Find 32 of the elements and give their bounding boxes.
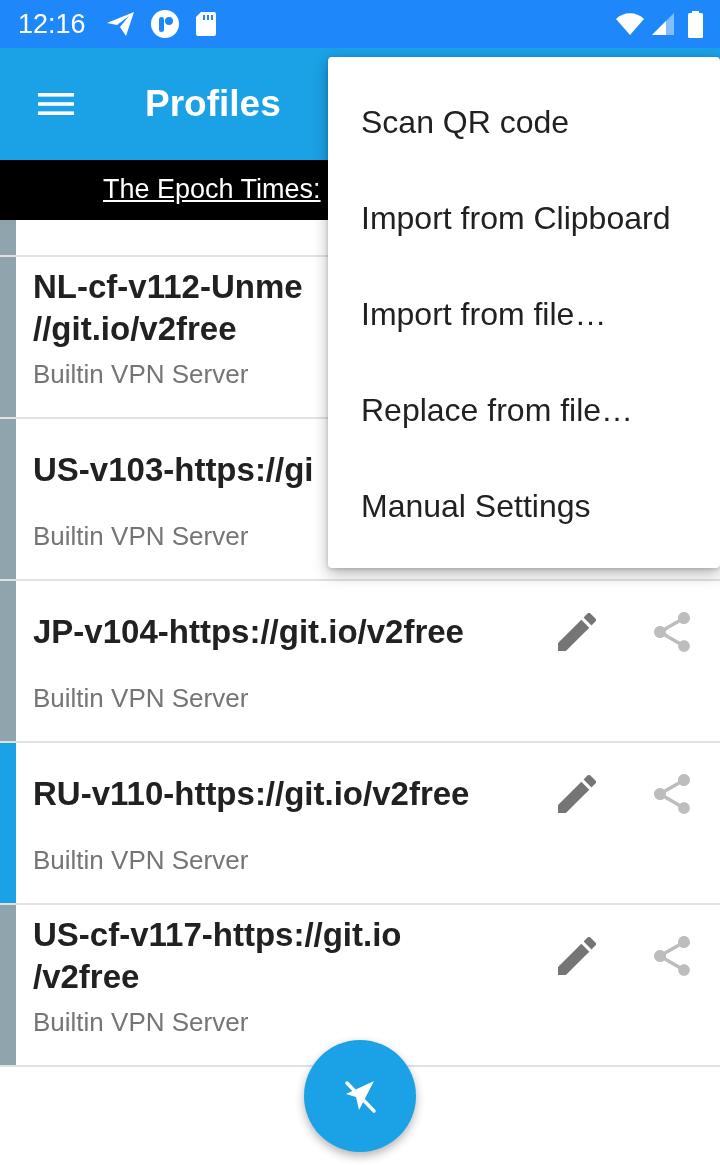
share-icon[interactable]: [654, 936, 690, 976]
profile-type: Builtin VPN Server: [33, 844, 249, 877]
round-logo-icon: [150, 10, 179, 38]
news-link[interactable]: The Epoch Times:: [103, 174, 321, 206]
profile-name: RU-v110-https://git.io/v2free: [33, 774, 470, 814]
sd-card-icon: [195, 12, 216, 36]
wifi-icon: [616, 13, 644, 35]
share-icon[interactable]: [654, 612, 690, 652]
edit-icon[interactable]: [558, 775, 596, 813]
menu-item[interactable]: Import from file…: [328, 266, 720, 362]
profile-type: Builtin VPN Server: [33, 682, 249, 715]
signal-icon: [652, 13, 674, 35]
profile-name: NL-cf-v112-Unme //git.io/v2free: [33, 267, 303, 349]
profile-type: Builtin VPN Server: [33, 358, 249, 391]
menu-item[interactable]: Scan QR code: [328, 74, 720, 170]
profile-name: US-cf-v117-https://git.io /v2free: [33, 915, 402, 997]
menu-item[interactable]: Manual Settings: [328, 458, 720, 554]
edit-icon[interactable]: [558, 613, 596, 651]
battery-icon: [688, 10, 703, 38]
edit-icon[interactable]: [558, 937, 596, 975]
profile-name: JP-v104-https://git.io/v2free: [33, 612, 464, 652]
menu-item[interactable]: Replace from file…: [328, 362, 720, 458]
share-icon[interactable]: [654, 774, 690, 814]
profile-name: US-v103-https://gi: [33, 450, 314, 490]
status-time: 12:16: [18, 10, 86, 38]
profile-type: Builtin VPN Server: [33, 520, 249, 553]
app-title: Profiles: [145, 83, 281, 125]
floating-action-button[interactable]: [304, 1040, 416, 1152]
paper-plane-icon: [106, 12, 134, 36]
menu-icon[interactable]: [38, 93, 74, 115]
menu-item[interactable]: Import from Clipboard: [328, 170, 720, 266]
profile-type: Builtin VPN Server: [33, 1006, 249, 1039]
